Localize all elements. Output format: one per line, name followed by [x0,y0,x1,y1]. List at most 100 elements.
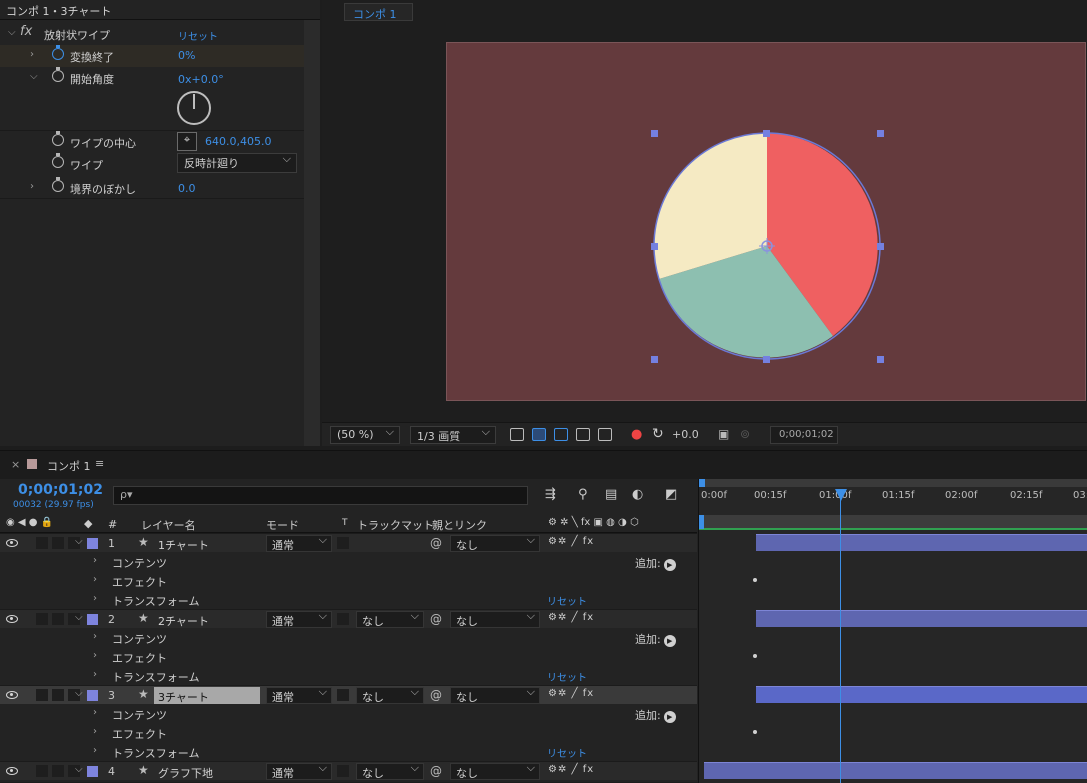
color-channels-icon[interactable]: ● [631,427,642,442]
work-area-start[interactable] [699,515,704,529]
layer-row-1[interactable]: ⌵ 1 ★ 1チャート 通常 @ なし ⚙✲ ╱ fx [0,533,697,552]
playhead-icon[interactable] [835,489,847,501]
close-icon[interactable]: × [11,458,20,471]
guides-icon[interactable] [598,428,612,441]
chevron-down-icon[interactable]: ⌵ [75,688,83,699]
pickwhip-icon[interactable]: @ [430,536,442,550]
timeline-track-area[interactable]: 0:00f 00:15f 01:00f 01:15f 02:00f 02:15f… [698,479,1087,783]
track-matte-dropdown[interactable]: なし [356,685,424,704]
layer-bar-3[interactable] [756,686,1087,703]
stopwatch-icon[interactable] [52,177,64,192]
prop-value[interactable]: 0x+0.0° [178,73,224,86]
stopwatch-icon[interactable] [52,67,64,82]
visibility-eye-icon[interactable] [6,691,18,699]
crosshair-icon[interactable]: ⌖ [177,132,197,151]
wipe-direction-dropdown[interactable]: 反時計廻り [177,152,297,173]
track-matte-dropdown[interactable]: なし [356,761,424,780]
chevron-right-icon[interactable]: › [93,593,97,604]
layer-row-4[interactable]: ⌵ 4 ★ グラフ下地 通常 なし @ なし ⚙✲ ╱ fx [0,761,697,780]
show-snapshot-icon[interactable]: ⊚ [740,427,750,441]
transform-reset-link[interactable]: リセット [547,745,587,760]
add-button[interactable]: 追加: [635,707,676,723]
blend-mode-dropdown[interactable]: 通常 [266,533,332,552]
chevron-right-icon[interactable]: › [93,574,97,585]
layer-name[interactable]: グラフ下地 [158,765,213,781]
composition-canvas[interactable] [446,42,1086,401]
sub-row-transform[interactable]: › トランスフォーム リセット [0,590,697,609]
sub-row-effect[interactable]: › エフェクト [0,571,697,590]
layer-name[interactable]: 3チャート [154,687,260,704]
chevron-right-icon[interactable]: › [93,726,97,737]
keyframe-dot[interactable] [753,578,757,582]
graph-editor-icon[interactable]: ◩ [665,487,677,502]
keyframe-dot[interactable] [753,730,757,734]
visibility-eye-icon[interactable] [6,767,18,775]
region-of-interest-icon[interactable] [576,428,590,441]
stopwatch-icon[interactable] [52,131,64,146]
chevron-right-icon[interactable]: › [93,745,97,756]
chevron-down-icon[interactable]: ⌵ [8,27,16,38]
chevron-right-icon[interactable]: › [30,49,34,60]
pickwhip-icon[interactable]: @ [430,688,442,702]
zoom-dropdown[interactable]: (50 %) [330,425,400,444]
keyframe-dot[interactable] [753,654,757,658]
blend-mode-dropdown[interactable]: 通常 [266,761,332,780]
add-button[interactable]: 追加: [635,631,676,647]
label-color-swatch[interactable] [87,690,98,701]
current-time-indicator[interactable] [840,493,841,783]
panel-menu-icon[interactable]: ≡ [95,457,104,470]
col-mode[interactable]: モード [266,517,299,533]
sub-row-contents[interactable]: › コンテンツ 追加: [0,552,697,571]
transparency-grid-icon[interactable] [532,428,546,441]
exposure-value[interactable]: +0.0 [672,428,699,441]
work-area-bar[interactable] [699,515,1087,529]
shy-layers-icon[interactable]: ⚲ [578,487,588,502]
fast-preview-icon[interactable] [510,428,524,441]
stopwatch-icon[interactable] [52,45,64,60]
effect-row[interactable]: ⌵ fx 放射状ワイプ リセット [0,23,304,45]
effect-reset-link[interactable]: リセット [178,28,218,43]
chevron-right-icon[interactable]: › [93,631,97,642]
parent-dropdown[interactable]: なし [450,533,540,552]
comp-flowchart-icon[interactable]: ⇶ [545,487,556,502]
prop-row-transition-completion[interactable]: › 変換終了 0% [0,45,304,67]
layer-switches[interactable]: ⚙✲ ╱ fx [548,764,594,775]
track-matte-dropdown[interactable]: なし [356,609,424,628]
label-color-swatch[interactable] [87,766,98,777]
prop-row-start-angle[interactable]: ⌵ 開始角度 0x+0.0° [0,67,304,89]
fx-icon[interactable]: fx [20,24,32,39]
chevron-right-icon[interactable]: › [93,650,97,661]
transform-reset-link[interactable]: リセット [547,669,587,684]
parent-dropdown[interactable]: なし [450,685,540,704]
layer-bar-2[interactable] [756,610,1087,627]
label-color-swatch[interactable] [87,614,98,625]
prop-row-wipe[interactable]: ワイプ 反時計廻り [0,152,304,175]
visibility-eye-icon[interactable] [6,539,18,547]
reset-exposure-icon[interactable]: ↻ [652,426,664,442]
motion-blur-icon[interactable]: ◐ [632,487,643,502]
chevron-right-icon[interactable]: › [93,555,97,566]
col-layer-name[interactable]: レイヤー名 [141,517,196,533]
layer-name[interactable]: 2チャート [158,613,209,629]
prop-row-feather[interactable]: › 境界のぼかし 0.0 [0,177,304,199]
timeline-comp-tab[interactable]: コンポ 1 [47,458,91,474]
stopwatch-icon[interactable] [52,153,64,168]
layer-bar-1[interactable] [756,534,1087,551]
pickwhip-icon[interactable]: @ [430,612,442,626]
angle-dial[interactable] [177,91,211,125]
sub-row-transform[interactable]: › トランスフォーム リセット [0,666,697,685]
layer-search-input[interactable]: ρ▾ [113,486,528,505]
resolution-dropdown[interactable]: 1/3 画質 [410,425,496,444]
current-timecode[interactable]: 0;00;01;02 [18,482,103,498]
chevron-down-icon[interactable]: ⌵ [75,764,83,775]
effect-panel-scrollbar[interactable] [304,20,320,446]
layer-row-3[interactable]: ⌵ 3 ★ 3チャート 通常 なし @ なし ⚙✲ ╱ fx [0,685,697,704]
visibility-eye-icon[interactable] [6,615,18,623]
sub-row-effect[interactable]: › エフェクト [0,723,697,742]
blend-mode-dropdown[interactable]: 通常 [266,685,332,704]
layer-switches[interactable]: ⚙✲ ╱ fx [548,612,594,623]
parent-dropdown[interactable]: なし [450,761,540,780]
sub-row-contents[interactable]: › コンテンツ 追加: [0,704,697,723]
transform-reset-link[interactable]: リセット [547,593,587,608]
frame-blending-icon[interactable]: ▤ [605,487,617,502]
